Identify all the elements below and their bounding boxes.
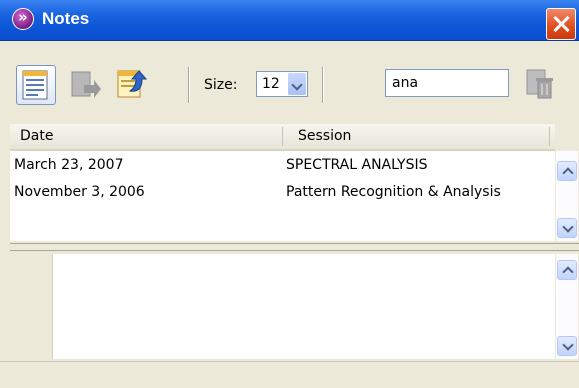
row-date: March 23, 2007: [14, 157, 124, 173]
notes-list-button[interactable]: [16, 65, 56, 105]
close-button[interactable]: [546, 8, 576, 40]
column-divider[interactable]: [282, 127, 283, 146]
editor-scrollbar[interactable]: [556, 254, 578, 359]
row-session: SPECTRAL ANALYSIS: [286, 157, 428, 173]
search-input[interactable]: [385, 69, 509, 97]
toolbar: Size: 12: [10, 65, 573, 113]
toolbar-separator: [188, 67, 190, 103]
size-value: 12: [262, 76, 280, 92]
notes-window: Notes: [0, 0, 579, 388]
toolbar-separator: [322, 67, 324, 103]
scroll-down-icon[interactable]: [557, 218, 577, 238]
size-label: Size:: [204, 77, 238, 93]
row-date: November 3, 2006: [14, 184, 145, 200]
table-row[interactable]: March 23, 2007 SPECTRAL ANALYSIS: [10, 154, 555, 177]
import-icon: [117, 70, 148, 98]
table-row[interactable]: November 3, 2006 Pattern Recognition & A…: [10, 181, 555, 204]
scroll-up-icon[interactable]: [557, 161, 577, 181]
window-title: Notes: [42, 9, 90, 28]
column-header-session[interactable]: Session: [298, 128, 351, 144]
size-select[interactable]: 12: [256, 71, 308, 97]
chevron-down-icon[interactable]: [288, 73, 306, 95]
scroll-up-icon[interactable]: [557, 260, 577, 280]
notes-list-icon: [22, 70, 48, 100]
status-bar: [0, 361, 579, 388]
delete-button[interactable]: [519, 65, 559, 105]
column-header-date[interactable]: Date: [20, 128, 53, 144]
splitter[interactable]: [10, 243, 579, 251]
import-button[interactable]: [112, 65, 152, 105]
list-scrollbar[interactable]: [556, 151, 578, 241]
delete-icon: [526, 69, 553, 99]
table-header: Date Session: [10, 124, 555, 151]
note-editor[interactable]: [10, 254, 555, 359]
export-button[interactable]: [64, 65, 104, 105]
scroll-down-icon[interactable]: [557, 336, 577, 356]
row-session: Pattern Recognition & Analysis: [286, 184, 501, 200]
title-bar[interactable]: Notes: [0, 0, 579, 41]
editor-gutter: [10, 254, 53, 359]
notes-list: March 23, 2007 SPECTRAL ANALYSIS Novembe…: [10, 151, 555, 241]
app-icon: [12, 8, 34, 30]
export-icon: [71, 71, 101, 98]
column-divider[interactable]: [549, 127, 550, 146]
